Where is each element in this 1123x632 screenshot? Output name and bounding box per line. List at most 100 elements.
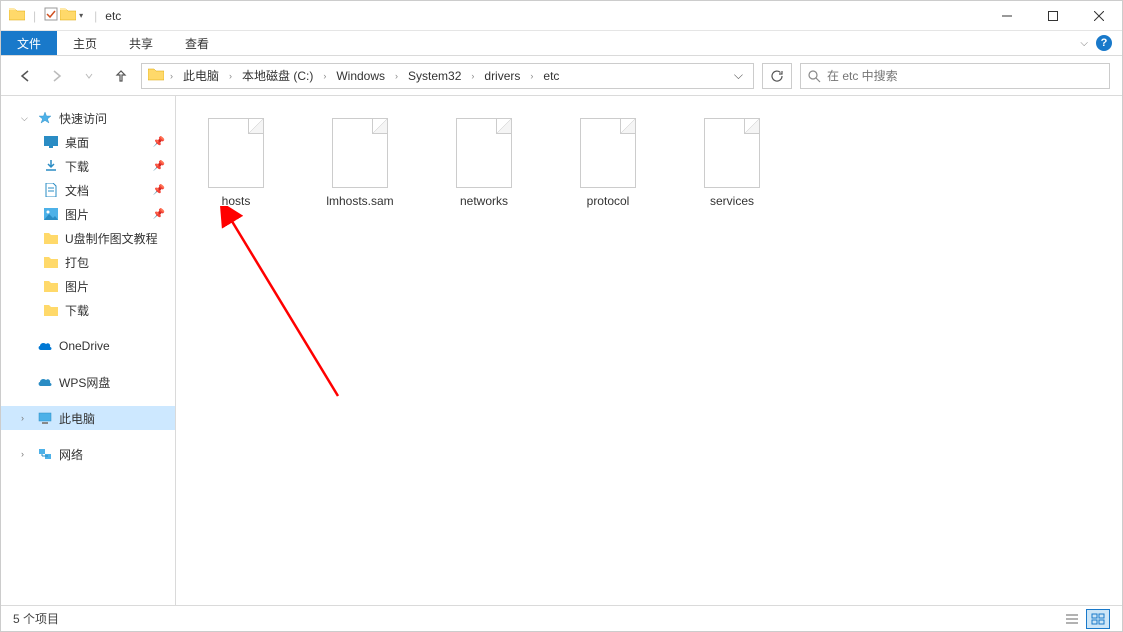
- file-list-area[interactable]: hosts lmhosts.sam networks protocol serv…: [176, 96, 1122, 605]
- sidebar-item-folder[interactable]: 下载: [1, 298, 175, 322]
- arrow-annotation: [218, 206, 358, 406]
- qat-separator: |: [33, 9, 36, 23]
- ribbon-collapse-icon[interactable]: ⌵: [1080, 38, 1088, 49]
- ribbon-right: ⌵ ?: [1080, 31, 1122, 55]
- cloud-icon: [37, 338, 53, 354]
- breadcrumb-dropdown[interactable]: ⌵: [728, 68, 749, 83]
- search-box[interactable]: [800, 63, 1110, 89]
- breadcrumb-segment[interactable]: 本地磁盘 (C:): [236, 64, 319, 88]
- qat-dropdown-icon[interactable]: ▾: [79, 11, 83, 20]
- close-button[interactable]: [1076, 1, 1122, 31]
- download-icon: [43, 158, 59, 174]
- breadcrumb-segment[interactable]: 此电脑: [177, 64, 225, 88]
- sidebar-wps[interactable]: WPS网盘: [1, 370, 175, 394]
- pin-icon: 📌: [153, 161, 165, 172]
- file-item[interactable]: lmhosts.sam: [320, 114, 400, 212]
- up-button[interactable]: [109, 64, 133, 88]
- folder-icon: [43, 254, 59, 270]
- chevron-right-icon: ›: [21, 449, 31, 459]
- network-icon: [37, 446, 53, 462]
- file-item[interactable]: hosts: [196, 114, 276, 212]
- folder-icon: [9, 7, 25, 24]
- sidebar-label: 快速访问: [59, 110, 107, 127]
- search-icon: [807, 69, 821, 83]
- search-input[interactable]: [827, 69, 1103, 83]
- chevron-right-icon[interactable]: ›: [168, 71, 175, 81]
- chevron-right-icon[interactable]: ›: [528, 71, 535, 81]
- file-name: networks: [460, 194, 508, 208]
- sidebar-this-pc[interactable]: › 此电脑: [1, 406, 175, 430]
- sidebar-item-folder[interactable]: 打包: [1, 250, 175, 274]
- back-button[interactable]: [13, 64, 37, 88]
- folder-icon: [60, 7, 76, 24]
- sidebar-item-downloads[interactable]: 下载 📌: [1, 154, 175, 178]
- minimize-button[interactable]: [984, 1, 1030, 31]
- file-name: protocol: [587, 194, 630, 208]
- breadcrumb-segment[interactable]: drivers: [478, 64, 526, 88]
- sidebar-network[interactable]: › 网络: [1, 442, 175, 466]
- sidebar-onedrive[interactable]: OneDrive: [1, 334, 175, 358]
- star-icon: [37, 110, 53, 126]
- folder-icon: [43, 278, 59, 294]
- sidebar-item-pictures[interactable]: 图片 📌: [1, 202, 175, 226]
- breadcrumb-segment[interactable]: etc: [537, 64, 565, 88]
- quick-access-toggle-icon[interactable]: [44, 7, 58, 24]
- folder-icon: [43, 302, 59, 318]
- window-title: etc: [105, 9, 121, 23]
- tab-view[interactable]: 查看: [169, 31, 225, 55]
- pin-icon: 📌: [153, 137, 165, 148]
- icons-view-button[interactable]: [1086, 609, 1110, 629]
- forward-button[interactable]: [45, 64, 69, 88]
- desktop-icon: [43, 134, 59, 150]
- chevron-right-icon[interactable]: ›: [469, 71, 476, 81]
- sidebar-label: 桌面: [65, 134, 89, 151]
- picture-icon: [43, 206, 59, 222]
- file-icon: [580, 118, 636, 188]
- title-bar: | ▾ | etc: [1, 1, 1122, 31]
- sidebar-label: 下载: [65, 302, 89, 319]
- file-icon: [456, 118, 512, 188]
- main-area: ⌵ 快速访问 桌面 📌 下载 📌 文档 📌 图片 📌 U盘制作图文教程: [1, 96, 1122, 605]
- sidebar-label: 打包: [65, 254, 89, 271]
- computer-icon: [37, 410, 53, 426]
- chevron-right-icon[interactable]: ›: [393, 71, 400, 81]
- sidebar-item-folder[interactable]: 图片: [1, 274, 175, 298]
- sidebar-item-folder[interactable]: U盘制作图文教程: [1, 226, 175, 250]
- sidebar-item-desktop[interactable]: 桌面 📌: [1, 130, 175, 154]
- sidebar-item-documents[interactable]: 文档 📌: [1, 178, 175, 202]
- status-bar: 5 个项目: [1, 605, 1122, 631]
- breadcrumb-segment[interactable]: Windows: [330, 64, 391, 88]
- file-item[interactable]: networks: [444, 114, 524, 212]
- file-item[interactable]: services: [692, 114, 772, 212]
- chevron-right-icon[interactable]: ›: [227, 71, 234, 81]
- file-name: hosts: [222, 194, 251, 208]
- maximize-button[interactable]: [1030, 1, 1076, 31]
- pin-icon: 📌: [153, 209, 165, 220]
- title-bar-left: | ▾ | etc: [1, 7, 121, 24]
- breadcrumb[interactable]: › 此电脑 › 本地磁盘 (C:) › Windows › System32 ›…: [141, 63, 754, 89]
- file-icon: [704, 118, 760, 188]
- tab-home[interactable]: 主页: [57, 31, 113, 55]
- sidebar-label: 文档: [65, 182, 89, 199]
- help-icon[interactable]: ?: [1096, 35, 1112, 51]
- details-view-button[interactable]: [1060, 609, 1084, 629]
- ribbon: 文件 主页 共享 查看 ⌵ ?: [1, 31, 1122, 56]
- folder-icon: [43, 230, 59, 246]
- navigation-pane: ⌵ 快速访问 桌面 📌 下载 📌 文档 📌 图片 📌 U盘制作图文教程: [1, 96, 176, 605]
- sidebar-quick-access[interactable]: ⌵ 快速访问: [1, 106, 175, 130]
- file-name: services: [710, 194, 754, 208]
- view-switcher: [1060, 609, 1110, 629]
- recent-dropdown[interactable]: [77, 64, 101, 88]
- file-item[interactable]: protocol: [568, 114, 648, 212]
- pin-icon: 📌: [153, 185, 165, 196]
- chevron-right-icon[interactable]: ›: [321, 71, 328, 81]
- refresh-button[interactable]: [762, 63, 792, 89]
- window-controls: [984, 1, 1122, 31]
- status-text: 5 个项目: [13, 610, 59, 627]
- cloud-icon: [37, 374, 53, 390]
- tab-share[interactable]: 共享: [113, 31, 169, 55]
- sidebar-label: U盘制作图文教程: [65, 230, 158, 247]
- breadcrumb-segment[interactable]: System32: [402, 64, 467, 88]
- tab-file[interactable]: 文件: [1, 31, 57, 55]
- sidebar-label: 图片: [65, 278, 89, 295]
